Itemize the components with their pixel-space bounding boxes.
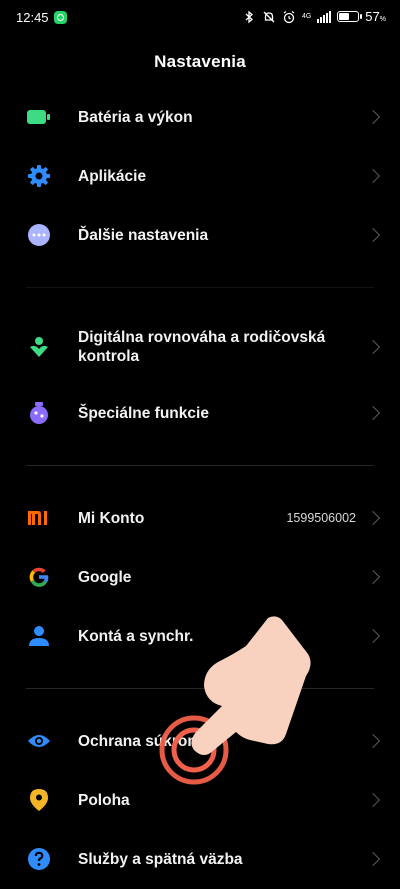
settings-item-digital-wellbeing[interactable]: Digitálna rovnováha a rodičovská kontrol… [0,317,400,377]
eye-icon [26,728,52,754]
settings-item-label: Služby a spätná väzba [78,850,243,868]
alarm-icon [283,10,295,23]
mi-account-id: 1599506002 [286,511,356,525]
status-time: 12:45 [16,10,49,25]
signal-strength-icon [317,10,332,23]
digital-wellbeing-icon [26,334,52,360]
location-pin-icon [26,787,52,813]
whatsapp-notification-icon [53,11,67,24]
chevron-right-icon [365,733,381,749]
settings-item-label: Ochrana súkromia [78,732,215,750]
section-divider [26,465,374,466]
section-divider [26,688,374,689]
mute-bell-icon [263,11,275,22]
chevron-right-icon [365,851,381,867]
chevron-right-icon [365,792,381,808]
help-question-icon [26,846,52,872]
settings-item-label: Špeciálne funkcie [78,404,209,422]
battery-icon [26,104,52,130]
bluetooth-icon [245,10,253,23]
settings-item-label: Poloha [78,791,130,809]
settings-item-label: Batéria a výkon [78,108,193,126]
settings-item-special-features[interactable]: Špeciálne funkcie [0,384,400,442]
gear-icon [26,163,52,189]
battery-percent: 57% [365,9,386,24]
settings-item-battery[interactable]: Batéria a výkon [0,88,400,146]
chevron-right-icon [365,405,381,421]
chevron-right-icon [365,109,381,125]
settings-item-google[interactable]: Google [0,548,400,606]
special-features-icon [26,400,52,426]
settings-item-label: Ďalšie nastavenia [78,226,209,244]
chevron-right-icon [365,628,381,644]
settings-item-label: Kontá a synchr. [78,627,194,645]
chevron-right-icon [365,339,381,355]
settings-item-services-feedback[interactable]: Služby a spätná väzba [0,830,400,888]
section-divider [26,287,374,288]
chevron-right-icon [365,168,381,184]
more-dots-icon [26,222,52,248]
google-icon [26,564,52,590]
page-title: Nastavenia [154,52,246,71]
settings-item-mi-account[interactable]: Mi Konto 1599506002 [0,489,400,547]
mi-logo-icon [26,505,52,531]
battery-status-icon [337,11,363,22]
chevron-right-icon [365,569,381,585]
chevron-right-icon [365,227,381,243]
status-bar: 12:45 4G 57% [0,0,400,36]
chevron-right-icon [365,510,381,526]
settings-item-location[interactable]: Poloha [0,771,400,829]
settings-item-apps[interactable]: Aplikácie [0,147,400,205]
account-person-icon [26,623,52,649]
settings-item-label: Google [78,568,132,586]
settings-item-more-settings[interactable]: Ďalšie nastavenia [0,206,400,264]
network-type-label: 4G [301,13,312,20]
settings-item-label: Digitálna rovnováha a rodičovská kontrol… [78,329,326,365]
settings-item-label: Aplikácie [78,167,147,185]
settings-item-privacy[interactable]: Ochrana súkromia [0,712,400,770]
settings-item-accounts-sync[interactable]: Kontá a synchr. [0,607,400,665]
